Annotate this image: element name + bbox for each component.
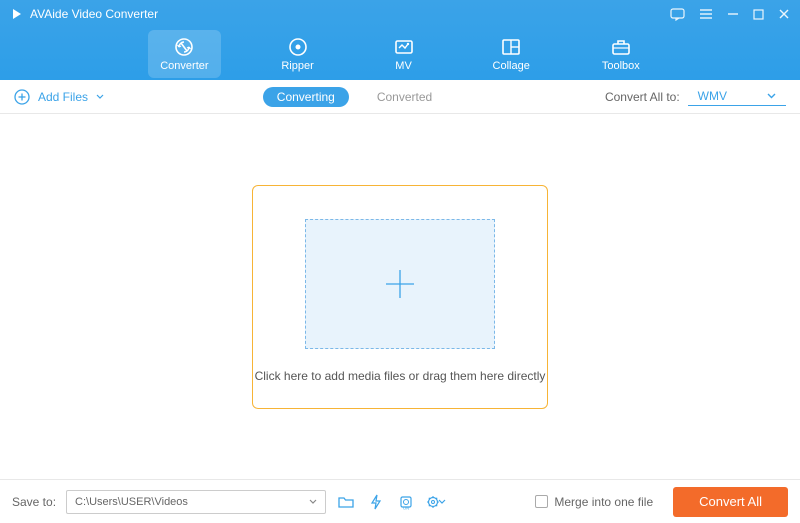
tab-label: Ripper xyxy=(281,60,313,72)
tab-mv[interactable]: MV xyxy=(375,30,433,78)
tab-converter[interactable]: Converter xyxy=(148,30,220,78)
format-select[interactable]: WMV xyxy=(688,87,786,106)
tab-label: Collage xyxy=(493,60,530,72)
add-files-label: Add Files xyxy=(38,90,88,104)
convert-all-button[interactable]: Convert All xyxy=(673,487,788,517)
collage-icon xyxy=(500,36,522,58)
chevron-down-icon xyxy=(767,93,776,99)
footer: Save to: C:\Users\USER\Videos ON Merge i… xyxy=(0,479,800,523)
boost-button[interactable] xyxy=(366,492,386,512)
merge-label: Merge into one file xyxy=(554,495,653,509)
gpu-button[interactable]: ON xyxy=(396,492,416,512)
tab-label: Toolbox xyxy=(602,60,640,72)
open-folder-button[interactable] xyxy=(336,492,356,512)
main-area: Click here to add media files or drag th… xyxy=(0,114,800,479)
feedback-icon[interactable] xyxy=(670,8,685,21)
close-icon[interactable] xyxy=(778,8,790,20)
save-to-label: Save to: xyxy=(12,495,56,509)
dropzone-box xyxy=(305,219,495,349)
tab-toolbox[interactable]: Toolbox xyxy=(590,30,652,78)
titlebar: AVAide Video Converter xyxy=(0,0,800,28)
minimize-icon[interactable] xyxy=(727,8,739,20)
chevron-down-icon xyxy=(96,94,104,99)
subtab-converting[interactable]: Converting xyxy=(263,87,349,107)
chevron-down-icon xyxy=(309,499,317,504)
dropzone-text: Click here to add media files or drag th… xyxy=(255,369,546,383)
tab-collage[interactable]: Collage xyxy=(481,30,542,78)
ripper-icon xyxy=(287,36,309,58)
subtab-converted[interactable]: Converted xyxy=(363,87,446,107)
save-path-select[interactable]: C:\Users\USER\Videos xyxy=(66,490,326,514)
maximize-icon[interactable] xyxy=(753,9,764,20)
toolbox-icon xyxy=(610,36,632,58)
menu-icon[interactable] xyxy=(699,8,713,20)
save-path-value: C:\Users\USER\Videos xyxy=(75,496,188,508)
settings-button[interactable] xyxy=(426,492,446,512)
converter-icon xyxy=(173,36,195,58)
plus-circle-icon xyxy=(14,89,30,105)
mv-icon xyxy=(393,36,415,58)
svg-text:ON: ON xyxy=(403,505,409,510)
merge-checkbox[interactable]: Merge into one file xyxy=(535,495,653,509)
add-files-button[interactable]: Add Files xyxy=(14,89,104,105)
format-value: WMV xyxy=(698,89,727,103)
convert-all-to-label: Convert All to: xyxy=(605,90,680,104)
app-logo-icon xyxy=(10,7,24,21)
window-title: AVAide Video Converter xyxy=(30,7,158,21)
tab-label: MV xyxy=(395,60,412,72)
plus-icon xyxy=(380,264,420,304)
dropzone[interactable]: Click here to add media files or drag th… xyxy=(252,185,548,409)
tab-ripper[interactable]: Ripper xyxy=(269,30,327,78)
tab-label: Converter xyxy=(160,60,208,72)
checkbox-icon xyxy=(535,495,548,508)
toolbar: Add Files Converting Converted Convert A… xyxy=(0,80,800,114)
main-nav: Converter Ripper MV Collage Toolbox xyxy=(0,28,800,80)
